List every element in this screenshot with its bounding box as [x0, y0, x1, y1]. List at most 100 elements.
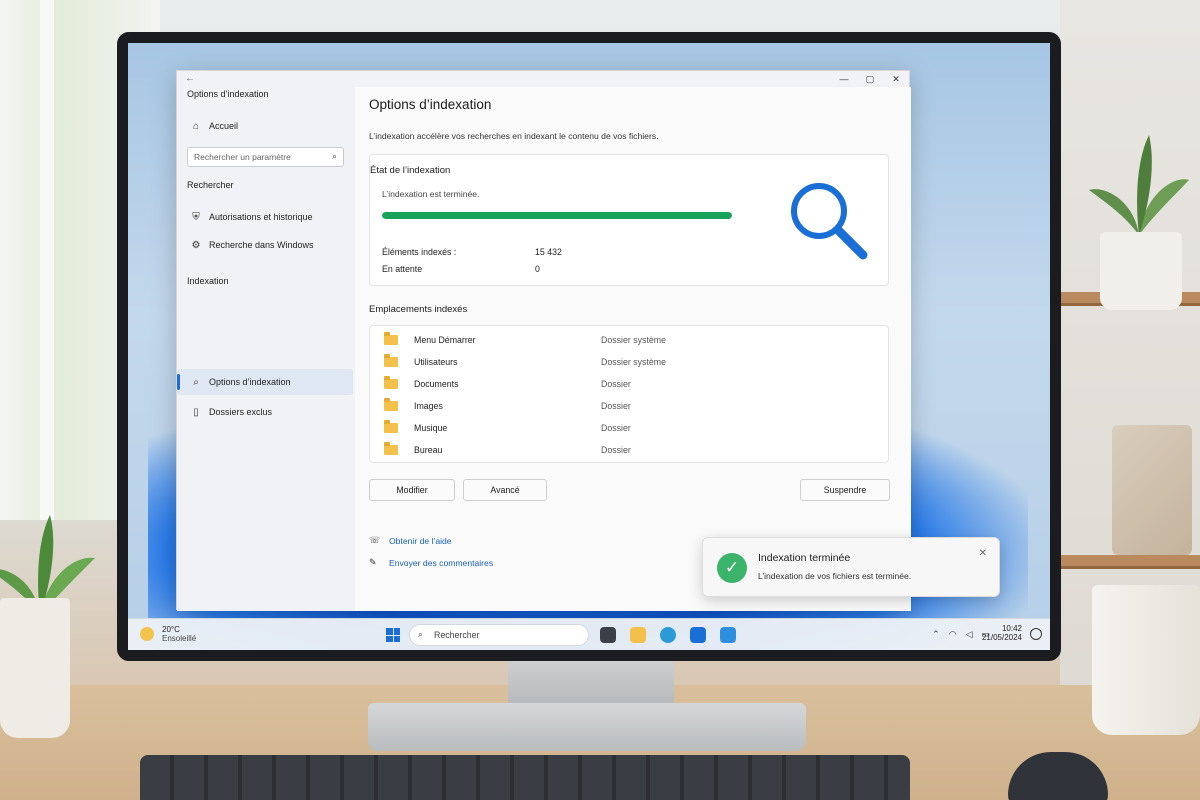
chevron-up-icon[interactable]: ⌃ — [932, 629, 940, 640]
progress-fill — [382, 212, 732, 219]
weather-widget[interactable]: 20°C Ensoleillé — [140, 625, 196, 643]
advanced-button[interactable]: Avancé — [463, 479, 547, 501]
location-name: Menu Démarrer — [414, 335, 476, 345]
location-name: Images — [414, 401, 443, 411]
indexed-items-label: Éléments indexés : — [382, 247, 457, 257]
page-title: Options d’indexation — [369, 97, 492, 112]
magnifier-icon — [791, 183, 868, 260]
app-title: Options d’indexation — [187, 89, 269, 99]
list-item[interactable]: Bureau Dossier — [384, 440, 884, 460]
monitor-stand-base — [368, 703, 806, 751]
sun-icon — [140, 627, 154, 641]
pending-label: En attente — [382, 264, 423, 274]
stone-decor — [1112, 425, 1192, 555]
location-type: Dossier — [601, 401, 631, 411]
sidebar-item-label: Autorisations et historique — [209, 212, 313, 222]
folder-icon — [384, 420, 398, 433]
folder-icon — [384, 442, 398, 455]
search-icon: ⌕ — [193, 376, 199, 388]
close-button[interactable]: ✕ — [883, 71, 909, 87]
location-type: Dossier système — [601, 357, 667, 367]
location-type: Dossier — [601, 423, 631, 433]
folder-icon — [384, 398, 398, 411]
sidebar-item-label: Options d’indexation — [209, 377, 291, 387]
sidebar-item-home[interactable]: ⌂ Accueil — [177, 113, 353, 139]
window-controls: — ▢ ✕ — [831, 71, 909, 87]
title-bar: ← — ▢ ✕ — [177, 71, 909, 87]
indexed-items-value: 15 432 — [535, 247, 562, 257]
monitor: ← — ▢ ✕ Options d’indexation ⌂ Accueil R… — [117, 32, 1061, 661]
clock-time: 10:42 — [1001, 624, 1022, 633]
start-button[interactable] — [386, 628, 400, 642]
shield-icon: ⛨ — [192, 211, 200, 223]
notification-icon[interactable] — [1030, 628, 1042, 640]
document-icon: ▯ — [193, 406, 199, 418]
taskbar-search[interactable]: ⌕ Rechercher — [409, 624, 589, 646]
sidebar-item-label: Recherche dans Windows — [209, 240, 314, 250]
keyboard — [140, 755, 910, 800]
settings-search-input[interactable]: Rechercher un paramètre ⌕ — [187, 147, 344, 167]
back-arrow-icon[interactable]: ← — [185, 73, 195, 84]
minimize-button[interactable]: — — [831, 71, 857, 87]
location-name: Bureau — [414, 445, 443, 455]
sidebar-item-indexing-options-row[interactable]: ⌕ Options d’indexation — [177, 369, 353, 395]
indexing-progress-bar — [382, 212, 732, 219]
feedback-link-row[interactable]: ✎ Envoyer des commentaires — [369, 557, 493, 568]
location-name: Musique — [414, 423, 448, 433]
list-item[interactable]: Documents Dossier — [384, 374, 884, 394]
plant-pot-right — [1100, 232, 1182, 310]
main-content: Options d’indexation L’indexation accélè… — [355, 87, 911, 611]
feedback-link[interactable]: Envoyer des commentaires — [389, 558, 493, 568]
sidebar: Options d’indexation ⌂ Accueil Recherche… — [177, 87, 355, 611]
list-item[interactable]: Menu Démarrer Dossier système — [384, 330, 884, 350]
taskbar-search-label: Rechercher — [434, 630, 480, 640]
location-type: Dossier — [601, 379, 631, 389]
modify-button[interactable]: Modifier — [369, 479, 455, 501]
maximize-button[interactable]: ▢ — [857, 71, 883, 87]
indexing-status-card: État de l’indexation L’indexation est te… — [369, 154, 889, 286]
sidebar-item-label: Dossiers exclus — [209, 407, 273, 417]
edge-browser-icon[interactable] — [660, 627, 676, 643]
store-icon[interactable] — [690, 627, 706, 643]
help-link-row[interactable]: ☏ Obtenir de l’aide — [369, 535, 452, 546]
location-type: Dossier système — [601, 335, 667, 345]
speaker-icon[interactable]: ◁ — [966, 629, 973, 640]
location-name: Utilisateurs — [414, 357, 458, 367]
screen: ← — ▢ ✕ Options d’indexation ⌂ Accueil R… — [128, 43, 1050, 650]
list-item[interactable]: Musique Dossier — [384, 418, 884, 438]
folder-icon — [384, 332, 398, 345]
mug — [1092, 585, 1200, 735]
app-icon[interactable] — [720, 627, 736, 643]
wifi-icon[interactable]: ◠ — [949, 629, 957, 640]
search-gear-icon: ⚙ — [191, 239, 201, 251]
locations-title: Emplacements indexés — [369, 304, 468, 315]
sidebar-item-excluded-folders[interactable]: ▯ Dossiers exclus — [177, 399, 353, 425]
plant-pot-left — [0, 598, 70, 738]
toast-title: Indexation terminée — [758, 552, 851, 564]
help-icon: ☏ — [369, 535, 381, 545]
location-name: Documents — [414, 379, 459, 389]
close-icon[interactable]: ✕ — [979, 548, 987, 559]
folder-icon — [384, 376, 398, 389]
folder-icon — [384, 354, 398, 367]
suspend-button[interactable]: Suspendre — [800, 479, 890, 501]
clock-date: 21/05/2024 — [981, 633, 1022, 642]
card-title: État de l’indexation — [370, 165, 451, 176]
file-explorer-icon[interactable] — [630, 627, 646, 643]
shelf-lower — [1060, 555, 1200, 569]
home-icon: ⌂ — [192, 120, 200, 132]
sidebar-item-windows-search[interactable]: ⚙ Recherche dans Windows — [177, 232, 353, 258]
list-item[interactable]: Images Dossier — [384, 396, 884, 416]
search-icon: ⌕ — [331, 151, 337, 161]
taskbar: 20°C Ensoleillé ⌕ Rechercher ⌃ ◠ ◁ ▭ 10:… — [128, 618, 1050, 650]
task-view-icon[interactable] — [600, 627, 616, 643]
list-item[interactable]: Utilisateurs Dossier système — [384, 352, 884, 372]
settings-window: ← — ▢ ✕ Options d’indexation ⌂ Accueil R… — [176, 70, 911, 611]
weather-description: Ensoleillé — [162, 634, 197, 643]
status-text: L’indexation est terminée. — [382, 189, 480, 199]
sidebar-item-permissions[interactable]: ⛨ Autorisations et historique — [177, 204, 353, 230]
notification-toast[interactable]: ✓ Indexation terminée L’indexation de vo… — [702, 537, 1000, 597]
help-link[interactable]: Obtenir de l’aide — [389, 536, 452, 546]
clock[interactable]: 10:42 21/05/2024 — [982, 624, 1022, 642]
search-icon: ⌕ — [418, 629, 424, 639]
